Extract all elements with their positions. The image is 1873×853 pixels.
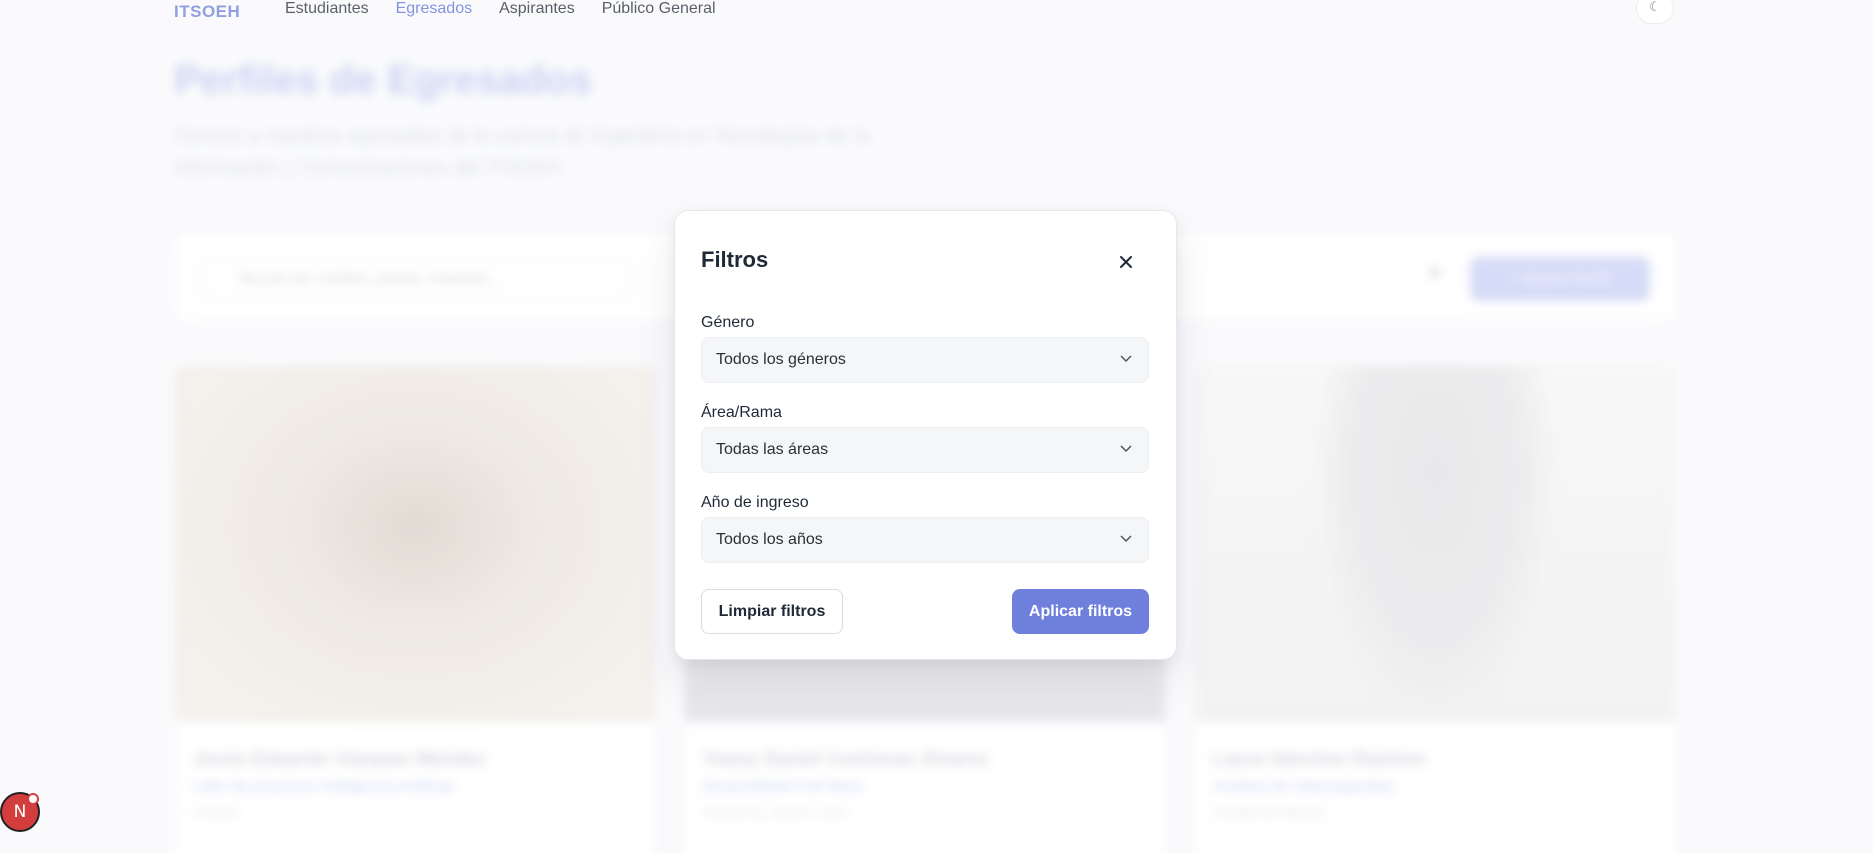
chevron-down-icon — [1120, 445, 1132, 453]
apply-filters-button[interactable]: Aplicar filtros — [1012, 589, 1149, 634]
chevron-down-icon — [1120, 355, 1132, 363]
gender-select[interactable]: Todos los géneros — [701, 337, 1149, 383]
notification-dot-icon — [27, 793, 39, 805]
clear-filters-button[interactable]: Limpiar filtros — [701, 589, 843, 634]
gender-select-value: Todos los géneros — [716, 351, 846, 368]
year-select[interactable]: Todos los años — [701, 517, 1149, 563]
close-button[interactable] — [1111, 247, 1141, 277]
filters-modal: Filtros Género Todos los géneros Área/Ra… — [674, 210, 1177, 660]
close-icon — [1120, 256, 1132, 268]
modal-title: Filtros — [701, 247, 769, 272]
area-select-value: Todas las áreas — [716, 441, 829, 458]
year-select-value: Todos los años — [716, 531, 823, 548]
gender-label: Género — [701, 314, 755, 331]
year-label: Año de ingreso — [701, 494, 809, 511]
area-label: Área/Rama — [701, 404, 782, 421]
area-select[interactable]: Todas las áreas — [701, 427, 1149, 473]
chevron-down-icon — [1120, 535, 1132, 543]
